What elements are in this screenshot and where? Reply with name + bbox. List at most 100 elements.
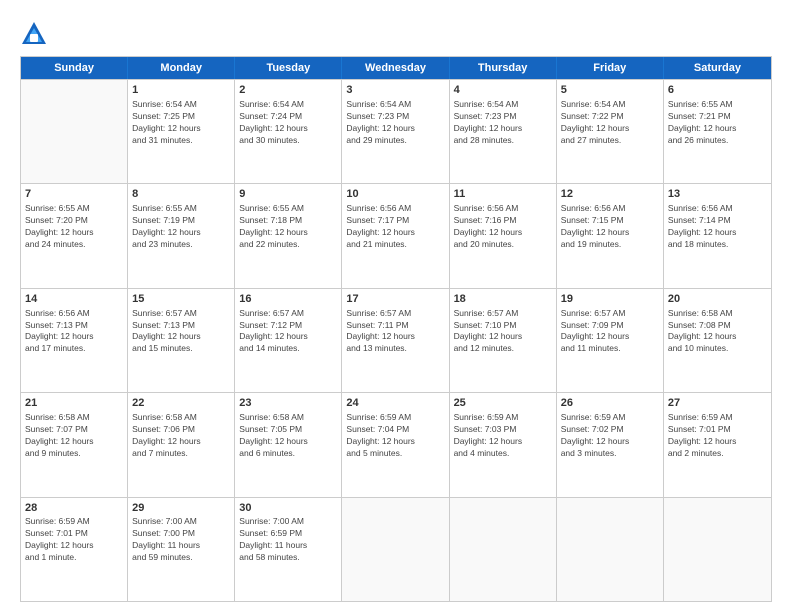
calendar-row-3: 14Sunrise: 6:56 AM Sunset: 7:13 PM Dayli…: [21, 288, 771, 392]
day-info: Sunrise: 6:58 AM Sunset: 7:07 PM Dayligh…: [25, 412, 123, 460]
day-info: Sunrise: 6:58 AM Sunset: 7:05 PM Dayligh…: [239, 412, 337, 460]
day-info: Sunrise: 6:56 AM Sunset: 7:16 PM Dayligh…: [454, 203, 552, 251]
calendar-cell-w4-d1: 21Sunrise: 6:58 AM Sunset: 7:07 PM Dayli…: [21, 393, 128, 496]
day-info: Sunrise: 6:57 AM Sunset: 7:09 PM Dayligh…: [561, 308, 659, 356]
calendar-cell-w3-d5: 18Sunrise: 6:57 AM Sunset: 7:10 PM Dayli…: [450, 289, 557, 392]
calendar-cell-w5-d4: [342, 498, 449, 601]
day-number: 25: [454, 396, 552, 411]
day-info: Sunrise: 7:00 AM Sunset: 6:59 PM Dayligh…: [239, 516, 337, 564]
day-info: Sunrise: 6:54 AM Sunset: 7:22 PM Dayligh…: [561, 99, 659, 147]
day-info: Sunrise: 6:59 AM Sunset: 7:01 PM Dayligh…: [25, 516, 123, 564]
day-info: Sunrise: 6:55 AM Sunset: 7:20 PM Dayligh…: [25, 203, 123, 251]
day-number: 24: [346, 396, 444, 411]
day-info: Sunrise: 6:58 AM Sunset: 7:08 PM Dayligh…: [668, 308, 767, 356]
day-number: 12: [561, 187, 659, 202]
day-info: Sunrise: 6:56 AM Sunset: 7:15 PM Dayligh…: [561, 203, 659, 251]
header-day-thursday: Thursday: [450, 57, 557, 79]
day-info: Sunrise: 6:55 AM Sunset: 7:21 PM Dayligh…: [668, 99, 767, 147]
calendar-cell-w5-d1: 28Sunrise: 6:59 AM Sunset: 7:01 PM Dayli…: [21, 498, 128, 601]
calendar-header: SundayMondayTuesdayWednesdayThursdayFrid…: [21, 57, 771, 79]
day-number: 19: [561, 292, 659, 307]
day-number: 1: [132, 83, 230, 98]
day-number: 14: [25, 292, 123, 307]
calendar-cell-w5-d6: [557, 498, 664, 601]
day-number: 10: [346, 187, 444, 202]
day-info: Sunrise: 6:55 AM Sunset: 7:19 PM Dayligh…: [132, 203, 230, 251]
header-day-sunday: Sunday: [21, 57, 128, 79]
day-info: Sunrise: 6:54 AM Sunset: 7:25 PM Dayligh…: [132, 99, 230, 147]
calendar-cell-w4-d7: 27Sunrise: 6:59 AM Sunset: 7:01 PM Dayli…: [664, 393, 771, 496]
day-info: Sunrise: 6:54 AM Sunset: 7:23 PM Dayligh…: [346, 99, 444, 147]
day-number: 18: [454, 292, 552, 307]
calendar-cell-w2-d4: 10Sunrise: 6:56 AM Sunset: 7:17 PM Dayli…: [342, 184, 449, 287]
day-number: 3: [346, 83, 444, 98]
calendar-cell-w4-d2: 22Sunrise: 6:58 AM Sunset: 7:06 PM Dayli…: [128, 393, 235, 496]
day-number: 4: [454, 83, 552, 98]
calendar-cell-w1-d4: 3Sunrise: 6:54 AM Sunset: 7:23 PM Daylig…: [342, 80, 449, 183]
logo: [20, 20, 52, 48]
calendar-cell-w1-d7: 6Sunrise: 6:55 AM Sunset: 7:21 PM Daylig…: [664, 80, 771, 183]
day-info: Sunrise: 6:56 AM Sunset: 7:17 PM Dayligh…: [346, 203, 444, 251]
calendar-row-4: 21Sunrise: 6:58 AM Sunset: 7:07 PM Dayli…: [21, 392, 771, 496]
header-day-tuesday: Tuesday: [235, 57, 342, 79]
day-number: 7: [25, 187, 123, 202]
day-number: 20: [668, 292, 767, 307]
day-number: 6: [668, 83, 767, 98]
day-info: Sunrise: 6:59 AM Sunset: 7:02 PM Dayligh…: [561, 412, 659, 460]
day-number: 8: [132, 187, 230, 202]
calendar-cell-w2-d6: 12Sunrise: 6:56 AM Sunset: 7:15 PM Dayli…: [557, 184, 664, 287]
day-number: 5: [561, 83, 659, 98]
day-number: 26: [561, 396, 659, 411]
calendar-cell-w3-d6: 19Sunrise: 6:57 AM Sunset: 7:09 PM Dayli…: [557, 289, 664, 392]
calendar-body: 1Sunrise: 6:54 AM Sunset: 7:25 PM Daylig…: [21, 79, 771, 601]
calendar-cell-w2-d1: 7Sunrise: 6:55 AM Sunset: 7:20 PM Daylig…: [21, 184, 128, 287]
calendar-cell-w1-d6: 5Sunrise: 6:54 AM Sunset: 7:22 PM Daylig…: [557, 80, 664, 183]
day-info: Sunrise: 6:57 AM Sunset: 7:11 PM Dayligh…: [346, 308, 444, 356]
day-number: 2: [239, 83, 337, 98]
day-number: 13: [668, 187, 767, 202]
day-number: 27: [668, 396, 767, 411]
calendar-cell-w3-d1: 14Sunrise: 6:56 AM Sunset: 7:13 PM Dayli…: [21, 289, 128, 392]
header-day-saturday: Saturday: [664, 57, 771, 79]
day-number: 22: [132, 396, 230, 411]
day-info: Sunrise: 6:54 AM Sunset: 7:23 PM Dayligh…: [454, 99, 552, 147]
calendar-cell-w2-d2: 8Sunrise: 6:55 AM Sunset: 7:19 PM Daylig…: [128, 184, 235, 287]
day-info: Sunrise: 6:54 AM Sunset: 7:24 PM Dayligh…: [239, 99, 337, 147]
header-day-monday: Monday: [128, 57, 235, 79]
calendar-cell-w5-d3: 30Sunrise: 7:00 AM Sunset: 6:59 PM Dayli…: [235, 498, 342, 601]
day-info: Sunrise: 6:58 AM Sunset: 7:06 PM Dayligh…: [132, 412, 230, 460]
calendar-cell-w5-d2: 29Sunrise: 7:00 AM Sunset: 7:00 PM Dayli…: [128, 498, 235, 601]
day-number: 30: [239, 501, 337, 516]
calendar-cell-w4-d4: 24Sunrise: 6:59 AM Sunset: 7:04 PM Dayli…: [342, 393, 449, 496]
day-number: 17: [346, 292, 444, 307]
header-day-wednesday: Wednesday: [342, 57, 449, 79]
header-day-friday: Friday: [557, 57, 664, 79]
calendar-cell-w3-d4: 17Sunrise: 6:57 AM Sunset: 7:11 PM Dayli…: [342, 289, 449, 392]
day-info: Sunrise: 6:59 AM Sunset: 7:03 PM Dayligh…: [454, 412, 552, 460]
day-info: Sunrise: 6:57 AM Sunset: 7:12 PM Dayligh…: [239, 308, 337, 356]
calendar-cell-w1-d5: 4Sunrise: 6:54 AM Sunset: 7:23 PM Daylig…: [450, 80, 557, 183]
logo-icon: [20, 20, 48, 48]
calendar-cell-w1-d2: 1Sunrise: 6:54 AM Sunset: 7:25 PM Daylig…: [128, 80, 235, 183]
day-number: 15: [132, 292, 230, 307]
calendar-cell-w4-d3: 23Sunrise: 6:58 AM Sunset: 7:05 PM Dayli…: [235, 393, 342, 496]
day-info: Sunrise: 6:56 AM Sunset: 7:13 PM Dayligh…: [25, 308, 123, 356]
calendar-cell-w2-d3: 9Sunrise: 6:55 AM Sunset: 7:18 PM Daylig…: [235, 184, 342, 287]
calendar-cell-w1-d3: 2Sunrise: 6:54 AM Sunset: 7:24 PM Daylig…: [235, 80, 342, 183]
calendar-row-2: 7Sunrise: 6:55 AM Sunset: 7:20 PM Daylig…: [21, 183, 771, 287]
calendar-cell-w2-d7: 13Sunrise: 6:56 AM Sunset: 7:14 PM Dayli…: [664, 184, 771, 287]
day-info: Sunrise: 6:55 AM Sunset: 7:18 PM Dayligh…: [239, 203, 337, 251]
header: [20, 16, 772, 48]
calendar-cell-w3-d3: 16Sunrise: 6:57 AM Sunset: 7:12 PM Dayli…: [235, 289, 342, 392]
calendar: SundayMondayTuesdayWednesdayThursdayFrid…: [20, 56, 772, 602]
page: SundayMondayTuesdayWednesdayThursdayFrid…: [0, 0, 792, 612]
calendar-cell-w4-d6: 26Sunrise: 6:59 AM Sunset: 7:02 PM Dayli…: [557, 393, 664, 496]
day-number: 16: [239, 292, 337, 307]
calendar-cell-w5-d5: [450, 498, 557, 601]
day-number: 9: [239, 187, 337, 202]
day-info: Sunrise: 7:00 AM Sunset: 7:00 PM Dayligh…: [132, 516, 230, 564]
calendar-cell-w3-d2: 15Sunrise: 6:57 AM Sunset: 7:13 PM Dayli…: [128, 289, 235, 392]
day-number: 29: [132, 501, 230, 516]
day-number: 28: [25, 501, 123, 516]
day-number: 23: [239, 396, 337, 411]
